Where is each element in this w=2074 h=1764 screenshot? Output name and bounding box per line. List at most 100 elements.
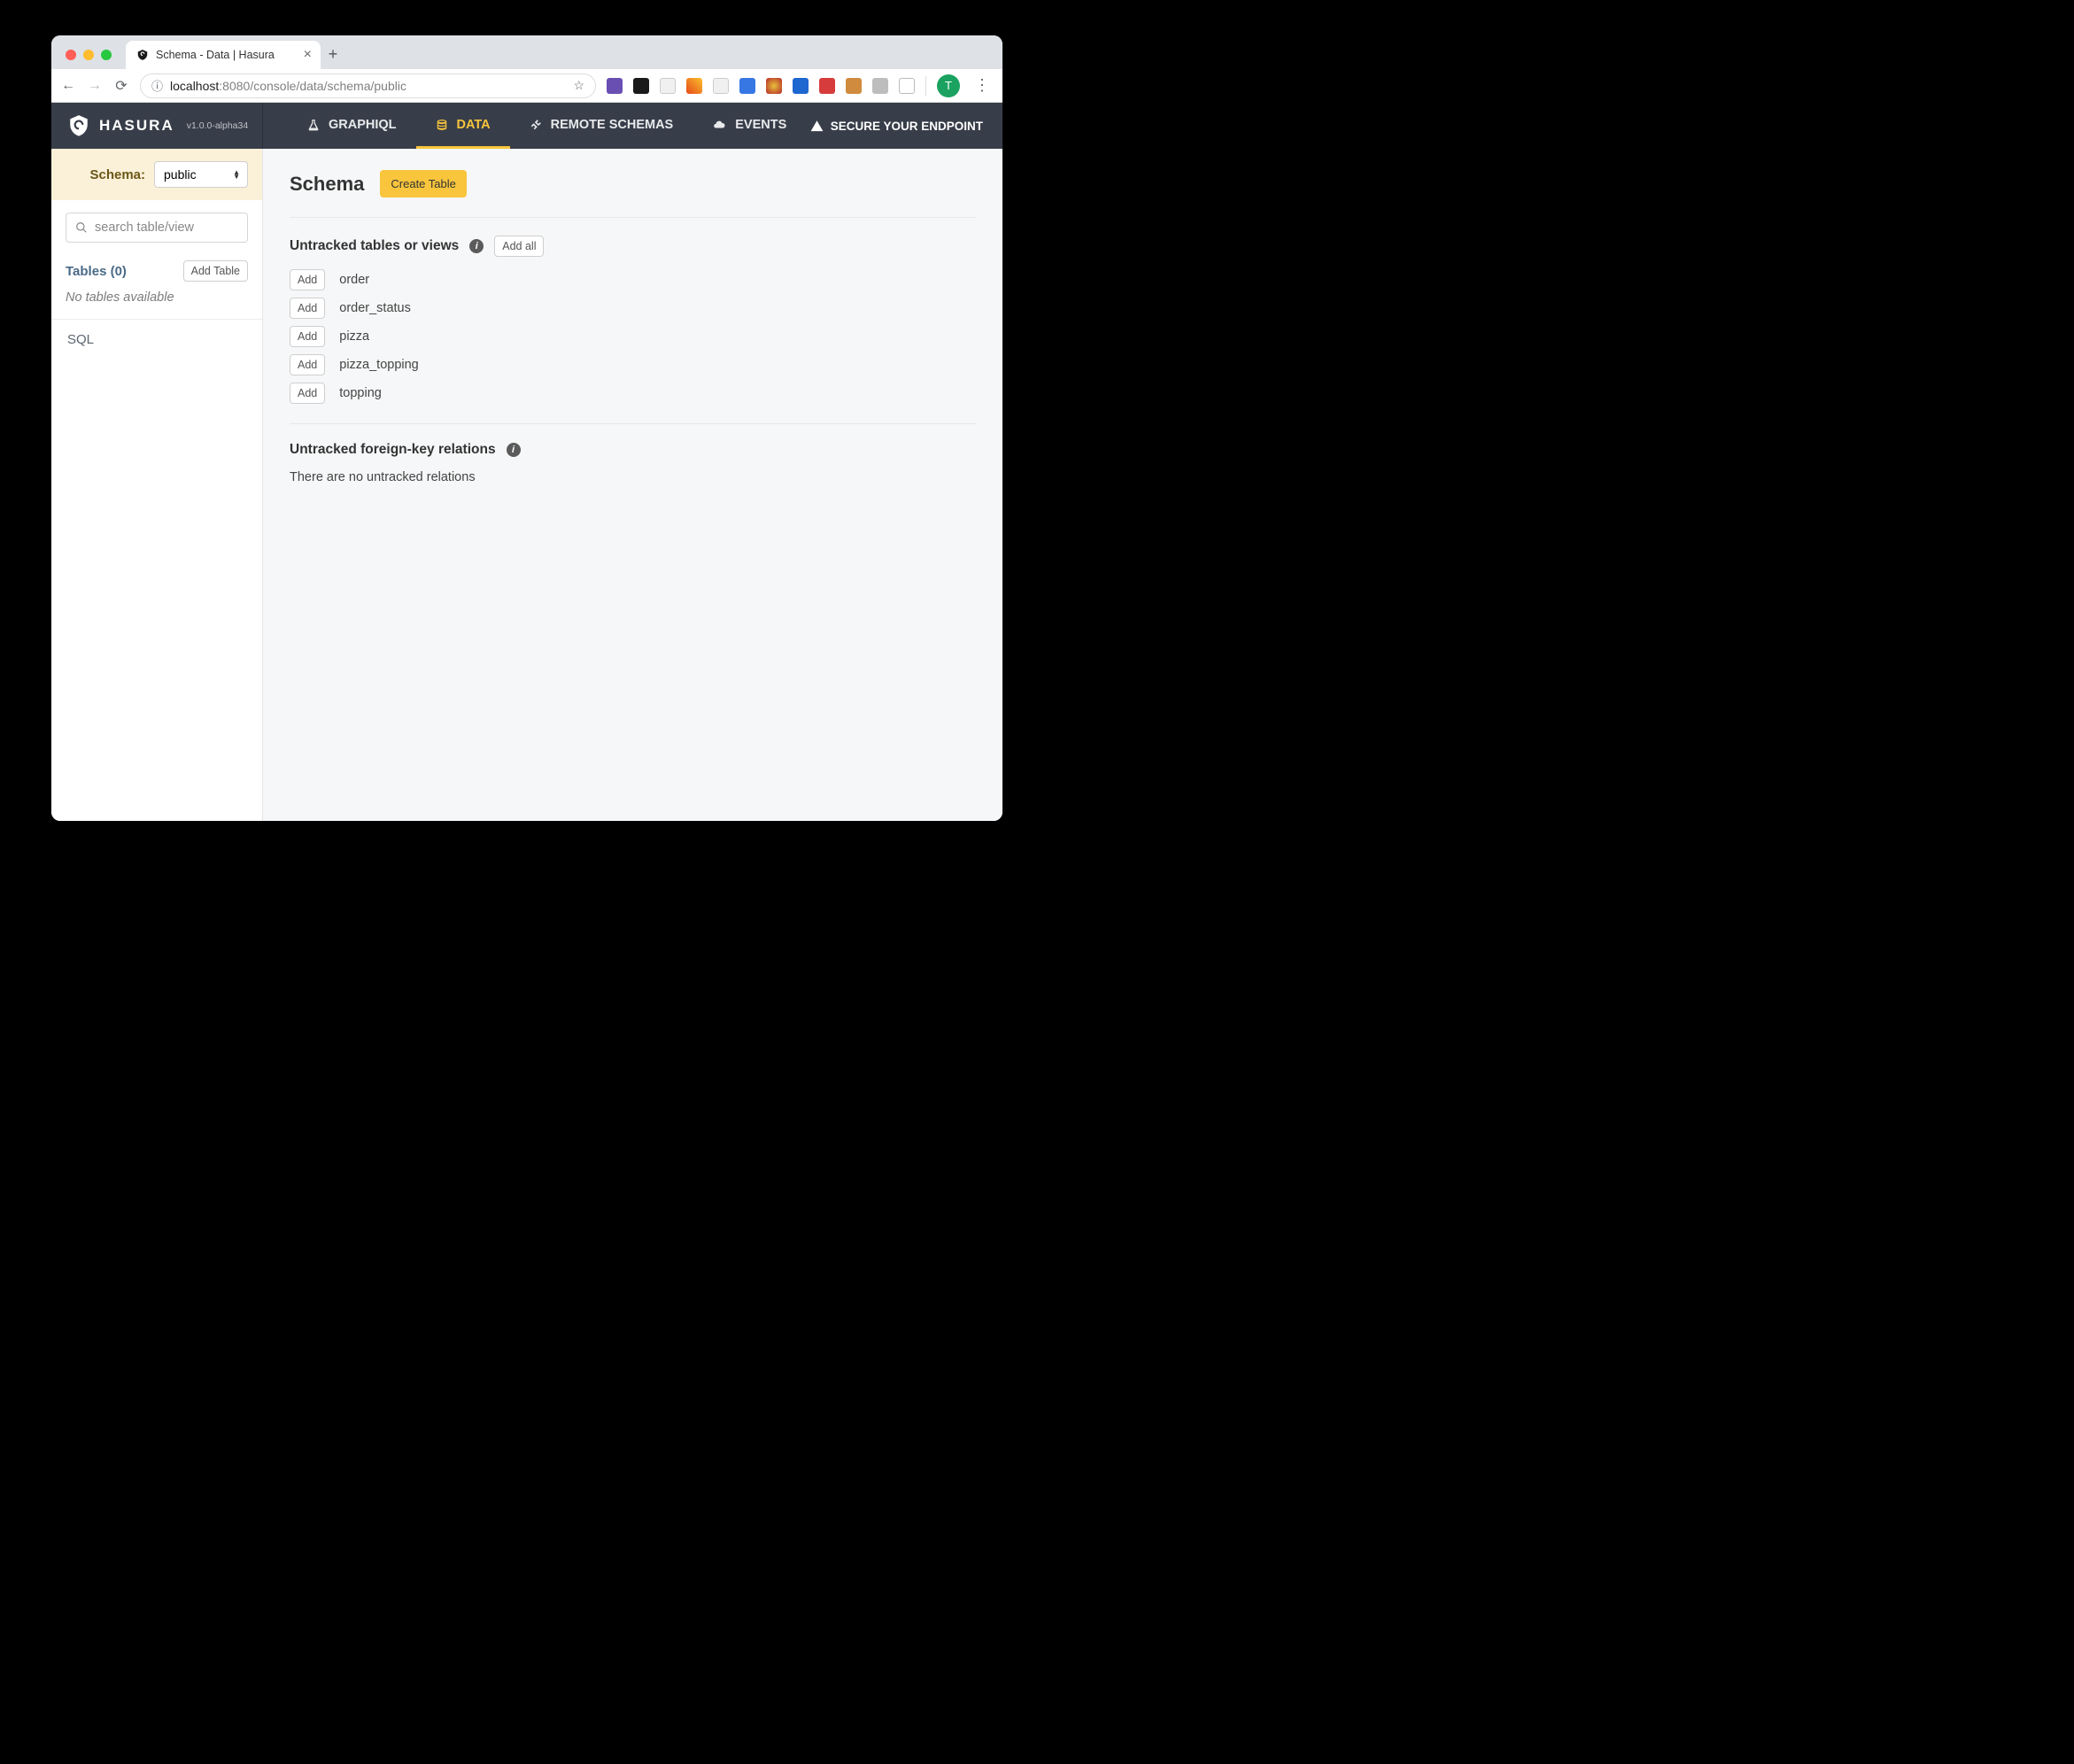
minimize-window-icon[interactable] <box>83 50 94 60</box>
schema-header: Schema Create Table <box>290 170 976 218</box>
url-host: localhost <box>170 79 219 93</box>
extension-icon[interactable] <box>713 78 729 94</box>
section-title: Untracked foreign-key relations <box>290 442 496 458</box>
secure-endpoint-link[interactable]: SECURE YOUR ENDPOINT <box>810 120 983 133</box>
new-tab-button[interactable]: + <box>321 45 345 69</box>
tab-label: DATA <box>457 118 491 132</box>
search-input[interactable]: search table/view <box>66 213 248 243</box>
extension-icon[interactable] <box>739 78 755 94</box>
database-icon <box>436 119 448 131</box>
search-placeholder: search table/view <box>95 220 194 235</box>
url-text: localhost:8080/console/data/schema/publi… <box>170 79 406 93</box>
maximize-window-icon[interactable] <box>101 50 112 60</box>
tab-strip: Schema - Data | Hasura × + <box>51 35 1002 69</box>
separator <box>925 76 926 96</box>
forward-button[interactable]: → <box>87 78 103 94</box>
profile-avatar[interactable]: T <box>937 74 960 97</box>
schema-selector-bar: Schema: public ▲▼ <box>51 149 262 200</box>
table-name: topping <box>339 386 382 400</box>
info-icon[interactable]: i <box>507 443 521 457</box>
add-button[interactable]: Add <box>290 383 325 404</box>
section-title: Untracked tables or views <box>290 238 459 254</box>
address-bar[interactable]: ⓘ localhost:8080/console/data/schema/pub… <box>140 74 596 98</box>
tab-label: GRAPHIQL <box>329 118 397 132</box>
top-nav: GRAPHIQL DATA REMOTE SCHEMAS EVENTS <box>288 103 806 149</box>
browser-window: Schema - Data | Hasura × + ← → ⟳ ⓘ local… <box>51 35 1002 821</box>
tab-label: EVENTS <box>735 118 786 132</box>
extension-icon[interactable] <box>766 78 782 94</box>
extension-icon[interactable] <box>846 78 862 94</box>
untracked-row: Add pizza <box>290 326 976 347</box>
fk-empty-message: There are no untracked relations <box>290 470 976 484</box>
search-icon <box>75 221 88 234</box>
tab-label: REMOTE SCHEMAS <box>551 118 674 132</box>
tables-header: Tables (0) Add Table <box>51 251 262 287</box>
avatar-letter: T <box>945 79 952 92</box>
bookmark-icon[interactable]: ☆ <box>573 78 584 93</box>
sidebar: Schema: public ▲▼ search table/view Tabl… <box>51 149 263 821</box>
info-icon[interactable]: i <box>469 239 484 253</box>
close-tab-icon[interactable]: × <box>304 47 312 63</box>
schema-value: public <box>164 167 197 182</box>
site-info-icon[interactable]: ⓘ <box>151 77 163 94</box>
tables-heading: Tables (0) <box>66 264 127 279</box>
add-table-button[interactable]: Add Table <box>183 260 248 282</box>
window-controls <box>60 50 119 69</box>
extensions-area <box>607 78 915 94</box>
create-table-button[interactable]: Create Table <box>380 170 466 197</box>
tab-data[interactable]: DATA <box>416 103 510 149</box>
add-button[interactable]: Add <box>290 354 325 375</box>
add-button[interactable]: Add <box>290 298 325 319</box>
extension-icon[interactable] <box>686 78 702 94</box>
reload-button[interactable]: ⟳ <box>113 77 129 95</box>
tab-remote-schemas[interactable]: REMOTE SCHEMAS <box>510 103 693 149</box>
tab-title: Schema - Data | Hasura <box>156 49 275 61</box>
untracked-row: Add order <box>290 269 976 290</box>
add-button[interactable]: Add <box>290 269 325 290</box>
untracked-tables-heading: Untracked tables or views i Add all <box>290 236 976 257</box>
warning-icon <box>810 120 824 133</box>
add-all-button[interactable]: Add all <box>494 236 544 257</box>
no-tables-message: No tables available <box>51 287 262 320</box>
table-name: order <box>339 273 369 287</box>
app-body: Schema: public ▲▼ search table/view Tabl… <box>51 149 1002 821</box>
hasura-logo-icon <box>67 114 90 137</box>
extension-icon[interactable] <box>899 78 915 94</box>
add-button[interactable]: Add <box>290 326 325 347</box>
browser-menu-icon[interactable]: ⋮ <box>971 76 994 95</box>
main-content: Schema Create Table Untracked tables or … <box>263 149 1002 821</box>
cloud-icon <box>712 119 726 131</box>
table-name: order_status <box>339 301 411 315</box>
table-name: pizza <box>339 329 369 344</box>
flask-icon <box>307 119 320 131</box>
tab-graphiql[interactable]: GRAPHIQL <box>288 103 416 149</box>
secure-label: SECURE YOUR ENDPOINT <box>831 120 983 133</box>
back-button[interactable]: ← <box>60 78 76 94</box>
brand[interactable]: HASURA v1.0.0-alpha34 <box>51 103 263 149</box>
extension-icon[interactable] <box>607 78 623 94</box>
sql-link[interactable]: SQL <box>51 320 262 360</box>
plug-icon <box>530 119 542 131</box>
tab-events[interactable]: EVENTS <box>693 103 806 149</box>
page-title: Schema <box>290 173 364 196</box>
url-path: :8080/console/data/schema/public <box>219 79 406 93</box>
extension-icon[interactable] <box>793 78 809 94</box>
brand-version: v1.0.0-alpha34 <box>187 120 248 131</box>
browser-toolbar: ← → ⟳ ⓘ localhost:8080/console/data/sche… <box>51 69 1002 103</box>
extension-icon[interactable] <box>633 78 649 94</box>
untracked-row: Add order_status <box>290 298 976 319</box>
extension-icon[interactable] <box>660 78 676 94</box>
schema-label: Schema: <box>89 167 145 182</box>
extension-icon[interactable] <box>872 78 888 94</box>
untracked-row: Add topping <box>290 383 976 404</box>
extension-icon[interactable] <box>819 78 835 94</box>
table-name: pizza_topping <box>339 358 419 372</box>
untracked-fk-heading: Untracked foreign-key relations i <box>290 442 976 458</box>
browser-tab[interactable]: Schema - Data | Hasura × <box>126 41 321 69</box>
close-window-icon[interactable] <box>66 50 76 60</box>
select-chevron-icon: ▲▼ <box>233 170 240 179</box>
favicon-icon <box>136 49 149 61</box>
brand-name: HASURA <box>99 117 174 135</box>
untracked-row: Add pizza_topping <box>290 354 976 375</box>
schema-select[interactable]: public ▲▼ <box>154 161 248 188</box>
